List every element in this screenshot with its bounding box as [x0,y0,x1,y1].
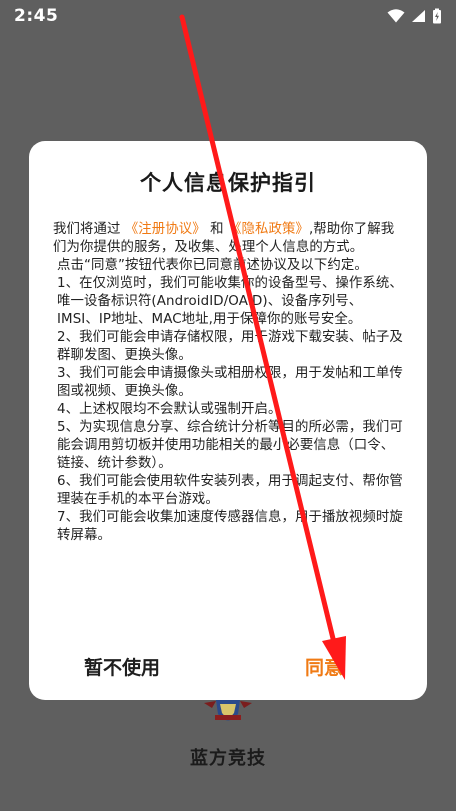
list-item: 3、我们可能会申请摄像头或相册权限，用于发帖和工单传图或视频、更换头像。 [57,366,403,399]
battery-charging-icon [432,8,442,24]
list-item: 1、在仅浏览时，我们可能收集你的设备型号、操作系统、唯一设备标识符(Androi… [57,276,403,327]
dialog-body: 我们将通过 《注册协议》 和 《隐私政策》,帮助你了解我们为你提供的服务，及收集… [53,221,403,545]
intro-conjunction: 和 [210,222,224,237]
list-item: 4、上述权限均不会默认或强制开启。 [57,402,282,417]
privacy-policy-link[interactable]: 《隐私政策》 [228,222,309,237]
consent-note: 点击“同意”按钮代表你已同意前述协议及以下约定。 [57,258,368,273]
status-icons [387,8,442,24]
status-bar: 2:45 [0,0,456,32]
list-item: 2、我们可能会申请存储权限，用于游戏下载安装、帖子及群聊发图、更换头像。 [57,330,403,363]
list-item: 7、我们可能会收集加速度传感器信息，用于播放视频时旋转屏幕。 [57,510,403,543]
privacy-dialog: 个人信息保护指引 我们将通过 《注册协议》 和 《隐私政策》,帮助你了解我们为你… [29,141,427,700]
signal-icon [411,9,426,23]
list-item: 5、为实现信息分享、综合统计分析等目的所必需，我们可能会调用剪切板并使用功能相关… [57,420,403,471]
app-logo [202,697,254,729]
dialog-title: 个人信息保护指引 [140,171,316,195]
app-name: 蓝方竞技 [190,748,266,769]
intro-paragraph: 我们将通过 《注册协议》 和 《隐私政策》,帮助你了解我们为你提供的服务，及收集… [53,221,403,257]
decline-button[interactable]: 暂不使用 [84,651,160,681]
status-time: 2:45 [14,6,59,26]
list-item: 6、我们可能会使用软件安装列表，用于调起支付、帮你管理装在手机的本平台游戏。 [57,474,403,507]
intro-prefix: 我们将通过 [53,222,121,237]
agree-button[interactable]: 同意 [305,651,343,681]
register-agreement-link[interactable]: 《注册协议》 [125,222,206,237]
wifi-icon [387,9,405,23]
